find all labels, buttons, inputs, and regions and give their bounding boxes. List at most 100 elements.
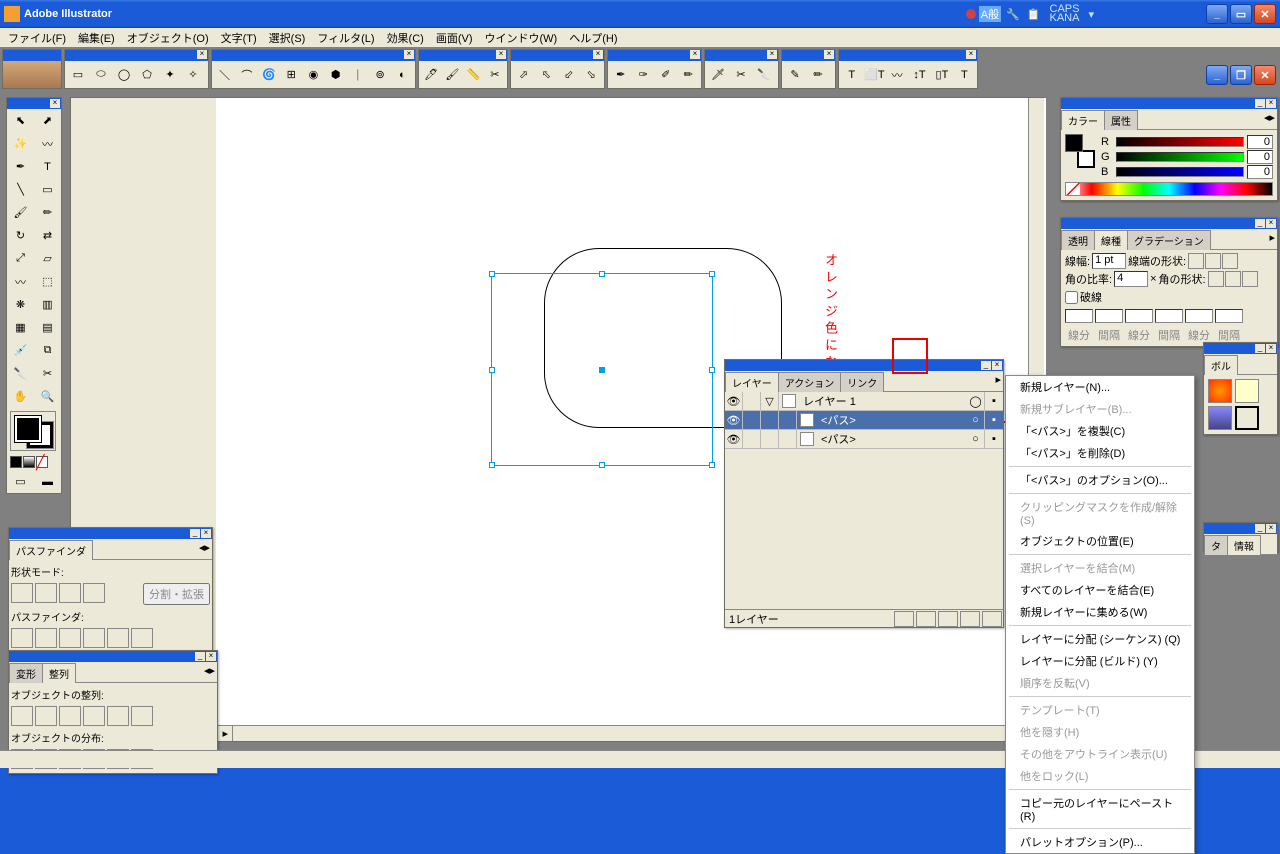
zoom-tool[interactable]: 🔍 bbox=[34, 385, 61, 408]
tool-btn[interactable]: ⬭ bbox=[90, 64, 112, 86]
align-top[interactable] bbox=[83, 706, 105, 726]
tool-btn[interactable]: ⬀ bbox=[513, 64, 535, 86]
eyedropper-tool[interactable]: 💉 bbox=[7, 339, 34, 362]
stroke-width-input[interactable]: 1 pt bbox=[1092, 253, 1126, 269]
transform-tab[interactable]: 変形 bbox=[9, 663, 43, 683]
blend-tool[interactable]: ⧉ bbox=[34, 339, 61, 362]
cap-butt[interactable] bbox=[1188, 253, 1204, 269]
shear-tool[interactable]: ▱ bbox=[34, 247, 61, 270]
pf-divide[interactable] bbox=[11, 628, 33, 648]
close-button[interactable]: ✕ bbox=[1254, 4, 1276, 24]
magic-wand-tool[interactable]: ✨ bbox=[7, 132, 34, 155]
cap-round[interactable] bbox=[1205, 253, 1221, 269]
tool-btn[interactable]: ◉ bbox=[303, 64, 324, 86]
tool-btn[interactable]: ✧ bbox=[182, 64, 204, 86]
menu-file[interactable]: ファイル(F) bbox=[2, 28, 72, 48]
join-round[interactable] bbox=[1225, 271, 1241, 287]
tool-btn[interactable]: ✂ bbox=[730, 64, 752, 86]
align-vcenter[interactable] bbox=[107, 706, 129, 726]
layers-tab[interactable]: レイヤー bbox=[725, 372, 779, 392]
tool-btn[interactable]: ⬠ bbox=[136, 64, 158, 86]
context-menu-item[interactable]: 「<パス>」のオプション(O)... bbox=[1006, 469, 1194, 491]
direct-selection-tool[interactable]: ⬈ bbox=[34, 109, 61, 132]
menu-filter[interactable]: フィルタ(L) bbox=[311, 28, 380, 48]
tool-btn[interactable]: ✦ bbox=[159, 64, 181, 86]
tool-btn[interactable]: ↕T bbox=[909, 64, 930, 86]
tool-btn[interactable]: ✏ bbox=[678, 64, 700, 86]
menu-view[interactable]: 画面(V) bbox=[430, 28, 479, 48]
context-menu-item[interactable]: レイヤーに分配 (ビルド) (Y) bbox=[1006, 650, 1194, 672]
tool-btn[interactable]: ✎ bbox=[784, 64, 806, 86]
tool-btn[interactable]: ⌒ bbox=[236, 64, 257, 86]
slice-tool[interactable]: 🔪 bbox=[7, 362, 34, 385]
tool-btn[interactable]: ✂ bbox=[485, 64, 505, 86]
gradient-tool[interactable]: ▤ bbox=[34, 316, 61, 339]
type-tool[interactable]: T bbox=[34, 155, 61, 178]
new-layer-btn[interactable] bbox=[960, 611, 980, 627]
layer-row[interactable]: 👁<パス>○▪ bbox=[725, 411, 1003, 430]
menu-edit[interactable]: 編集(E) bbox=[72, 28, 121, 48]
color-spectrum[interactable] bbox=[1065, 182, 1273, 196]
symbols-panel-collapsed[interactable]: _× ボル bbox=[1203, 342, 1278, 435]
tool-btn[interactable]: ◐ bbox=[392, 64, 413, 86]
pf-crop[interactable] bbox=[83, 628, 105, 648]
shape-intersect[interactable] bbox=[59, 583, 81, 603]
menu-select[interactable]: 選択(S) bbox=[263, 28, 312, 48]
layer-row[interactable]: 👁▽レイヤー 1◯▪ bbox=[725, 392, 1003, 411]
tool-btn[interactable]: 🔪 bbox=[753, 64, 775, 86]
tool-btn[interactable]: T bbox=[954, 64, 975, 86]
tool-btn[interactable]: ⬢ bbox=[325, 64, 346, 86]
rectangle-tool[interactable]: ▭ bbox=[34, 178, 61, 201]
delete-layer-btn[interactable] bbox=[982, 611, 1002, 627]
align-bottom[interactable] bbox=[131, 706, 153, 726]
tool-btn[interactable]: 🗡 bbox=[707, 64, 729, 86]
context-menu-item[interactable]: コピー元のレイヤーにペースト(R) bbox=[1006, 792, 1194, 826]
layer-target-btn[interactable] bbox=[894, 611, 914, 627]
color-slider[interactable] bbox=[1116, 137, 1244, 147]
context-menu-item[interactable]: すべてのレイヤーを結合(E) bbox=[1006, 579, 1194, 601]
tool-btn[interactable]: 🖊 bbox=[421, 64, 441, 86]
mesh-tool[interactable]: ▦ bbox=[7, 316, 34, 339]
shape-minus[interactable] bbox=[35, 583, 57, 603]
gradient-tab[interactable]: グラデーション bbox=[1127, 230, 1211, 250]
screen-mode-full[interactable]: ▬ bbox=[34, 470, 61, 493]
pf-trim[interactable] bbox=[35, 628, 57, 648]
new-sublayer-btn[interactable] bbox=[938, 611, 958, 627]
align-left[interactable] bbox=[11, 706, 33, 726]
color-value-input[interactable]: 0 bbox=[1247, 135, 1273, 149]
pen-tool[interactable]: ✒ bbox=[7, 155, 34, 178]
menu-effect[interactable]: 効果(C) bbox=[381, 28, 430, 48]
paintbrush-tool[interactable]: 🖌 bbox=[7, 201, 34, 224]
tool-btn[interactable]: ｜ bbox=[347, 64, 368, 86]
data-panel-collapsed[interactable]: _× タ情報 bbox=[1203, 522, 1278, 552]
doc-minimize-button[interactable]: _ bbox=[1206, 65, 1228, 85]
tool-btn[interactable]: ▭ bbox=[67, 64, 89, 86]
color-tab[interactable]: カラー bbox=[1061, 110, 1105, 130]
shape-exclude[interactable] bbox=[83, 583, 105, 603]
join-bevel[interactable] bbox=[1242, 271, 1258, 287]
context-menu-item[interactable]: オブジェクトの位置(E) bbox=[1006, 530, 1194, 552]
miter-input[interactable]: 4 bbox=[1114, 271, 1148, 287]
attributes-tab[interactable]: 属性 bbox=[1104, 110, 1138, 130]
expand-button[interactable]: 分割・拡張 bbox=[143, 583, 210, 605]
align-hcenter[interactable] bbox=[35, 706, 57, 726]
symbol-sprayer-tool[interactable]: ❋ bbox=[7, 293, 34, 316]
scale-tool[interactable]: ⤢ bbox=[7, 247, 34, 270]
tool-btn[interactable]: ◯ bbox=[113, 64, 135, 86]
tool-btn[interactable]: ⬂ bbox=[581, 64, 603, 86]
shape-unite[interactable] bbox=[11, 583, 33, 603]
minimize-button[interactable]: _ bbox=[1206, 4, 1228, 24]
align-tab[interactable]: 整列 bbox=[42, 663, 76, 683]
context-menu-item[interactable]: 新規レイヤー(N)... bbox=[1006, 376, 1194, 398]
menu-object[interactable]: オブジェクト(O) bbox=[121, 28, 215, 48]
stroke-tab[interactable]: 線種 bbox=[1094, 230, 1128, 250]
actions-tab[interactable]: アクション bbox=[778, 372, 842, 392]
pf-merge[interactable] bbox=[59, 628, 81, 648]
dashed-checkbox[interactable] bbox=[1065, 291, 1078, 304]
pf-minus-back[interactable] bbox=[131, 628, 153, 648]
panel-menu-button[interactable]: ▸ bbox=[993, 371, 1003, 391]
cap-square[interactable] bbox=[1222, 253, 1238, 269]
color-value-input[interactable]: 0 bbox=[1247, 150, 1273, 164]
context-menu-item[interactable]: 「<パス>」を複製(C) bbox=[1006, 420, 1194, 442]
tool-btn[interactable]: T bbox=[841, 64, 862, 86]
